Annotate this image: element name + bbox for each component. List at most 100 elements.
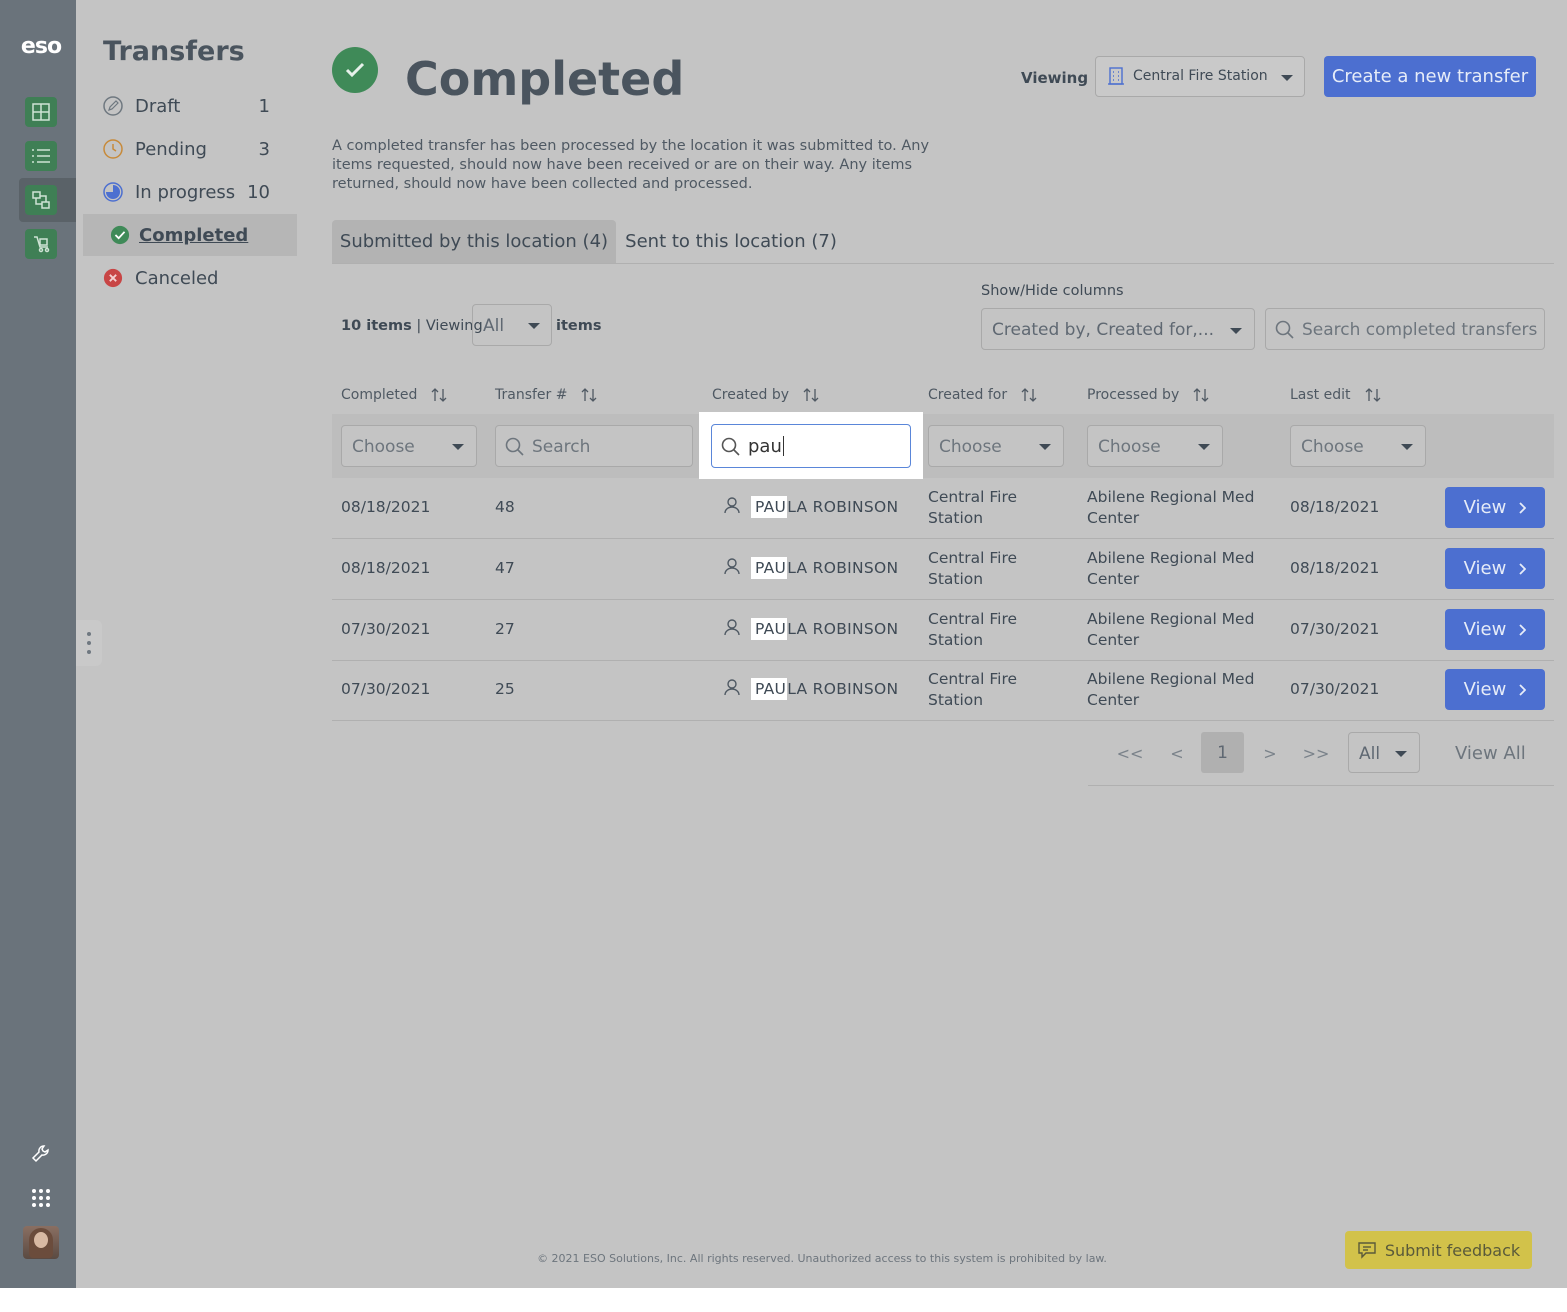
transfer-number: 27 bbox=[495, 620, 515, 638]
created-by-name: PAULA ROBINSON bbox=[751, 496, 899, 518]
tab-submitted-by-location[interactable]: Submitted by this location (4) bbox=[332, 220, 616, 263]
chevron-down-icon bbox=[528, 323, 540, 329]
page-size-select[interactable]: All bbox=[472, 304, 552, 346]
list-icon[interactable] bbox=[25, 141, 57, 171]
created-by-name: PAULA ROBINSON bbox=[751, 557, 899, 579]
pager-size-select[interactable]: All bbox=[1348, 732, 1420, 773]
search-input[interactable]: Search completed transfers bbox=[1265, 308, 1545, 350]
transfer-number: 47 bbox=[495, 559, 515, 577]
view-button[interactable]: View bbox=[1445, 548, 1545, 589]
name-remainder: LA ROBINSON bbox=[787, 498, 899, 516]
transfer-filter-input[interactable]: Search bbox=[495, 425, 693, 467]
last-edit-date: 07/30/2021 bbox=[1290, 680, 1380, 698]
view-button-label: View bbox=[1463, 679, 1507, 700]
completed-filter-select[interactable]: Choose bbox=[341, 425, 477, 467]
completed-date: 07/30/2021 bbox=[341, 680, 431, 698]
next-page-button[interactable]: > bbox=[1255, 733, 1285, 773]
sidebar-item-in-progress[interactable]: In progress 10 bbox=[83, 171, 297, 213]
processed-by-filter-select[interactable]: Choose bbox=[1087, 425, 1223, 467]
created-for-filter-select[interactable]: Choose bbox=[928, 425, 1064, 467]
view-all-link[interactable]: View All bbox=[1455, 743, 1526, 764]
sidebar-item-label: Pending bbox=[135, 138, 207, 160]
sort-icon[interactable] bbox=[581, 387, 597, 403]
created-by-name: PAULA ROBINSON bbox=[751, 678, 899, 700]
chevron-right-icon bbox=[1519, 623, 1527, 636]
tabs-divider bbox=[332, 263, 1554, 264]
processed-by-line-1: Abilene Regional Med bbox=[1087, 549, 1255, 567]
filter-placeholder: Choose bbox=[939, 437, 1002, 457]
created-for-line-1: Central Fire bbox=[928, 488, 1018, 506]
chevron-down-icon bbox=[1039, 444, 1051, 450]
column-header-transfer[interactable]: Transfer # bbox=[495, 387, 597, 403]
items-count: 10 items bbox=[341, 318, 412, 334]
sort-icon[interactable] bbox=[803, 387, 819, 403]
created-by-filter-input[interactable]: pau bbox=[711, 424, 911, 468]
sort-icon[interactable] bbox=[431, 387, 447, 403]
last-edit-date: 07/30/2021 bbox=[1290, 620, 1380, 638]
view-button[interactable]: View bbox=[1445, 669, 1545, 710]
created-by-filter-value: pau bbox=[748, 436, 782, 457]
create-transfer-button[interactable]: Create a new transfer bbox=[1324, 56, 1536, 97]
x-circle-icon bbox=[103, 268, 123, 288]
created-for-line-2: Station bbox=[928, 631, 984, 649]
pencil-circle-icon bbox=[103, 96, 123, 116]
name-remainder: LA ROBINSON bbox=[787, 680, 899, 698]
created-for: Central Fire Station bbox=[928, 609, 1017, 651]
page-size-value: All bbox=[483, 316, 505, 336]
last-edit-date: 08/18/2021 bbox=[1290, 498, 1380, 516]
chevron-down-icon bbox=[1395, 751, 1407, 757]
view-button[interactable]: View bbox=[1445, 487, 1545, 528]
items-label: items bbox=[556, 318, 602, 334]
filter-placeholder: Choose bbox=[352, 437, 415, 457]
columns-select[interactable]: Created by, Created for,... bbox=[981, 308, 1255, 350]
processed-by: Abilene Regional Med Center bbox=[1087, 669, 1254, 711]
show-hide-columns-label: Show/Hide columns bbox=[981, 283, 1124, 299]
view-button-label: View bbox=[1463, 497, 1507, 518]
pager-divider bbox=[1088, 785, 1554, 786]
search-match-highlight: PAU bbox=[751, 678, 788, 700]
name-remainder: LA ROBINSON bbox=[787, 620, 899, 638]
column-header-completed[interactable]: Completed bbox=[341, 387, 447, 403]
sidebar-item-pending[interactable]: Pending 3 bbox=[83, 128, 297, 170]
chevron-down-icon bbox=[452, 444, 464, 450]
search-placeholder: Search completed transfers bbox=[1302, 320, 1538, 340]
last-edit-filter-select[interactable]: Choose bbox=[1290, 425, 1426, 467]
inventory-add-icon[interactable] bbox=[25, 97, 57, 127]
sort-icon[interactable] bbox=[1365, 387, 1381, 403]
view-button-label: View bbox=[1463, 558, 1507, 579]
column-header-last-edit[interactable]: Last edit bbox=[1290, 387, 1381, 403]
chevron-down-icon bbox=[1198, 444, 1210, 450]
view-button[interactable]: View bbox=[1445, 609, 1545, 650]
submit-feedback-button[interactable]: Submit feedback bbox=[1345, 1231, 1532, 1269]
sidebar-item-canceled[interactable]: Canceled bbox=[83, 257, 297, 299]
processed-by-line-1: Abilene Regional Med bbox=[1087, 670, 1255, 688]
last-page-button[interactable]: >> bbox=[1300, 733, 1332, 773]
column-header-label: Processed by bbox=[1087, 387, 1180, 403]
column-header-created-for[interactable]: Created for bbox=[928, 387, 1037, 403]
column-header-created-by[interactable]: Created by bbox=[712, 387, 819, 403]
created-for-line-2: Station bbox=[928, 570, 984, 588]
search-match-highlight: PAU bbox=[751, 618, 788, 640]
sidebar-item-draft[interactable]: Draft 1 bbox=[83, 85, 297, 127]
tab-sent-to-location[interactable]: Sent to this location (7) bbox=[616, 220, 846, 263]
app-rail: eso bbox=[0, 0, 76, 1312]
current-page[interactable]: 1 bbox=[1201, 732, 1244, 773]
apps-grid-icon[interactable] bbox=[20, 1180, 62, 1216]
cart-icon[interactable] bbox=[25, 229, 57, 259]
first-page-button[interactable]: << bbox=[1114, 733, 1146, 773]
table-row: 08/18/2021 48 PAULA ROBINSON Central Fir… bbox=[332, 478, 1554, 539]
items-separator: | bbox=[416, 318, 422, 334]
sidebar-collapse-handle[interactable] bbox=[76, 620, 102, 666]
avatar[interactable] bbox=[23, 1226, 59, 1259]
sidebar-item-label: Completed bbox=[139, 224, 249, 246]
sort-icon[interactable] bbox=[1193, 387, 1209, 403]
location-select[interactable]: Central Fire Station bbox=[1095, 56, 1305, 97]
column-header-processed-by[interactable]: Processed by bbox=[1087, 387, 1209, 403]
transfer-icon[interactable] bbox=[25, 185, 57, 215]
prev-page-button[interactable]: < bbox=[1162, 733, 1192, 773]
sidebar-item-label: Draft bbox=[135, 95, 181, 117]
name-remainder: LA ROBINSON bbox=[787, 559, 899, 577]
wrench-icon[interactable] bbox=[20, 1136, 62, 1172]
sort-icon[interactable] bbox=[1021, 387, 1037, 403]
sidebar-item-completed[interactable]: Completed bbox=[83, 214, 297, 256]
